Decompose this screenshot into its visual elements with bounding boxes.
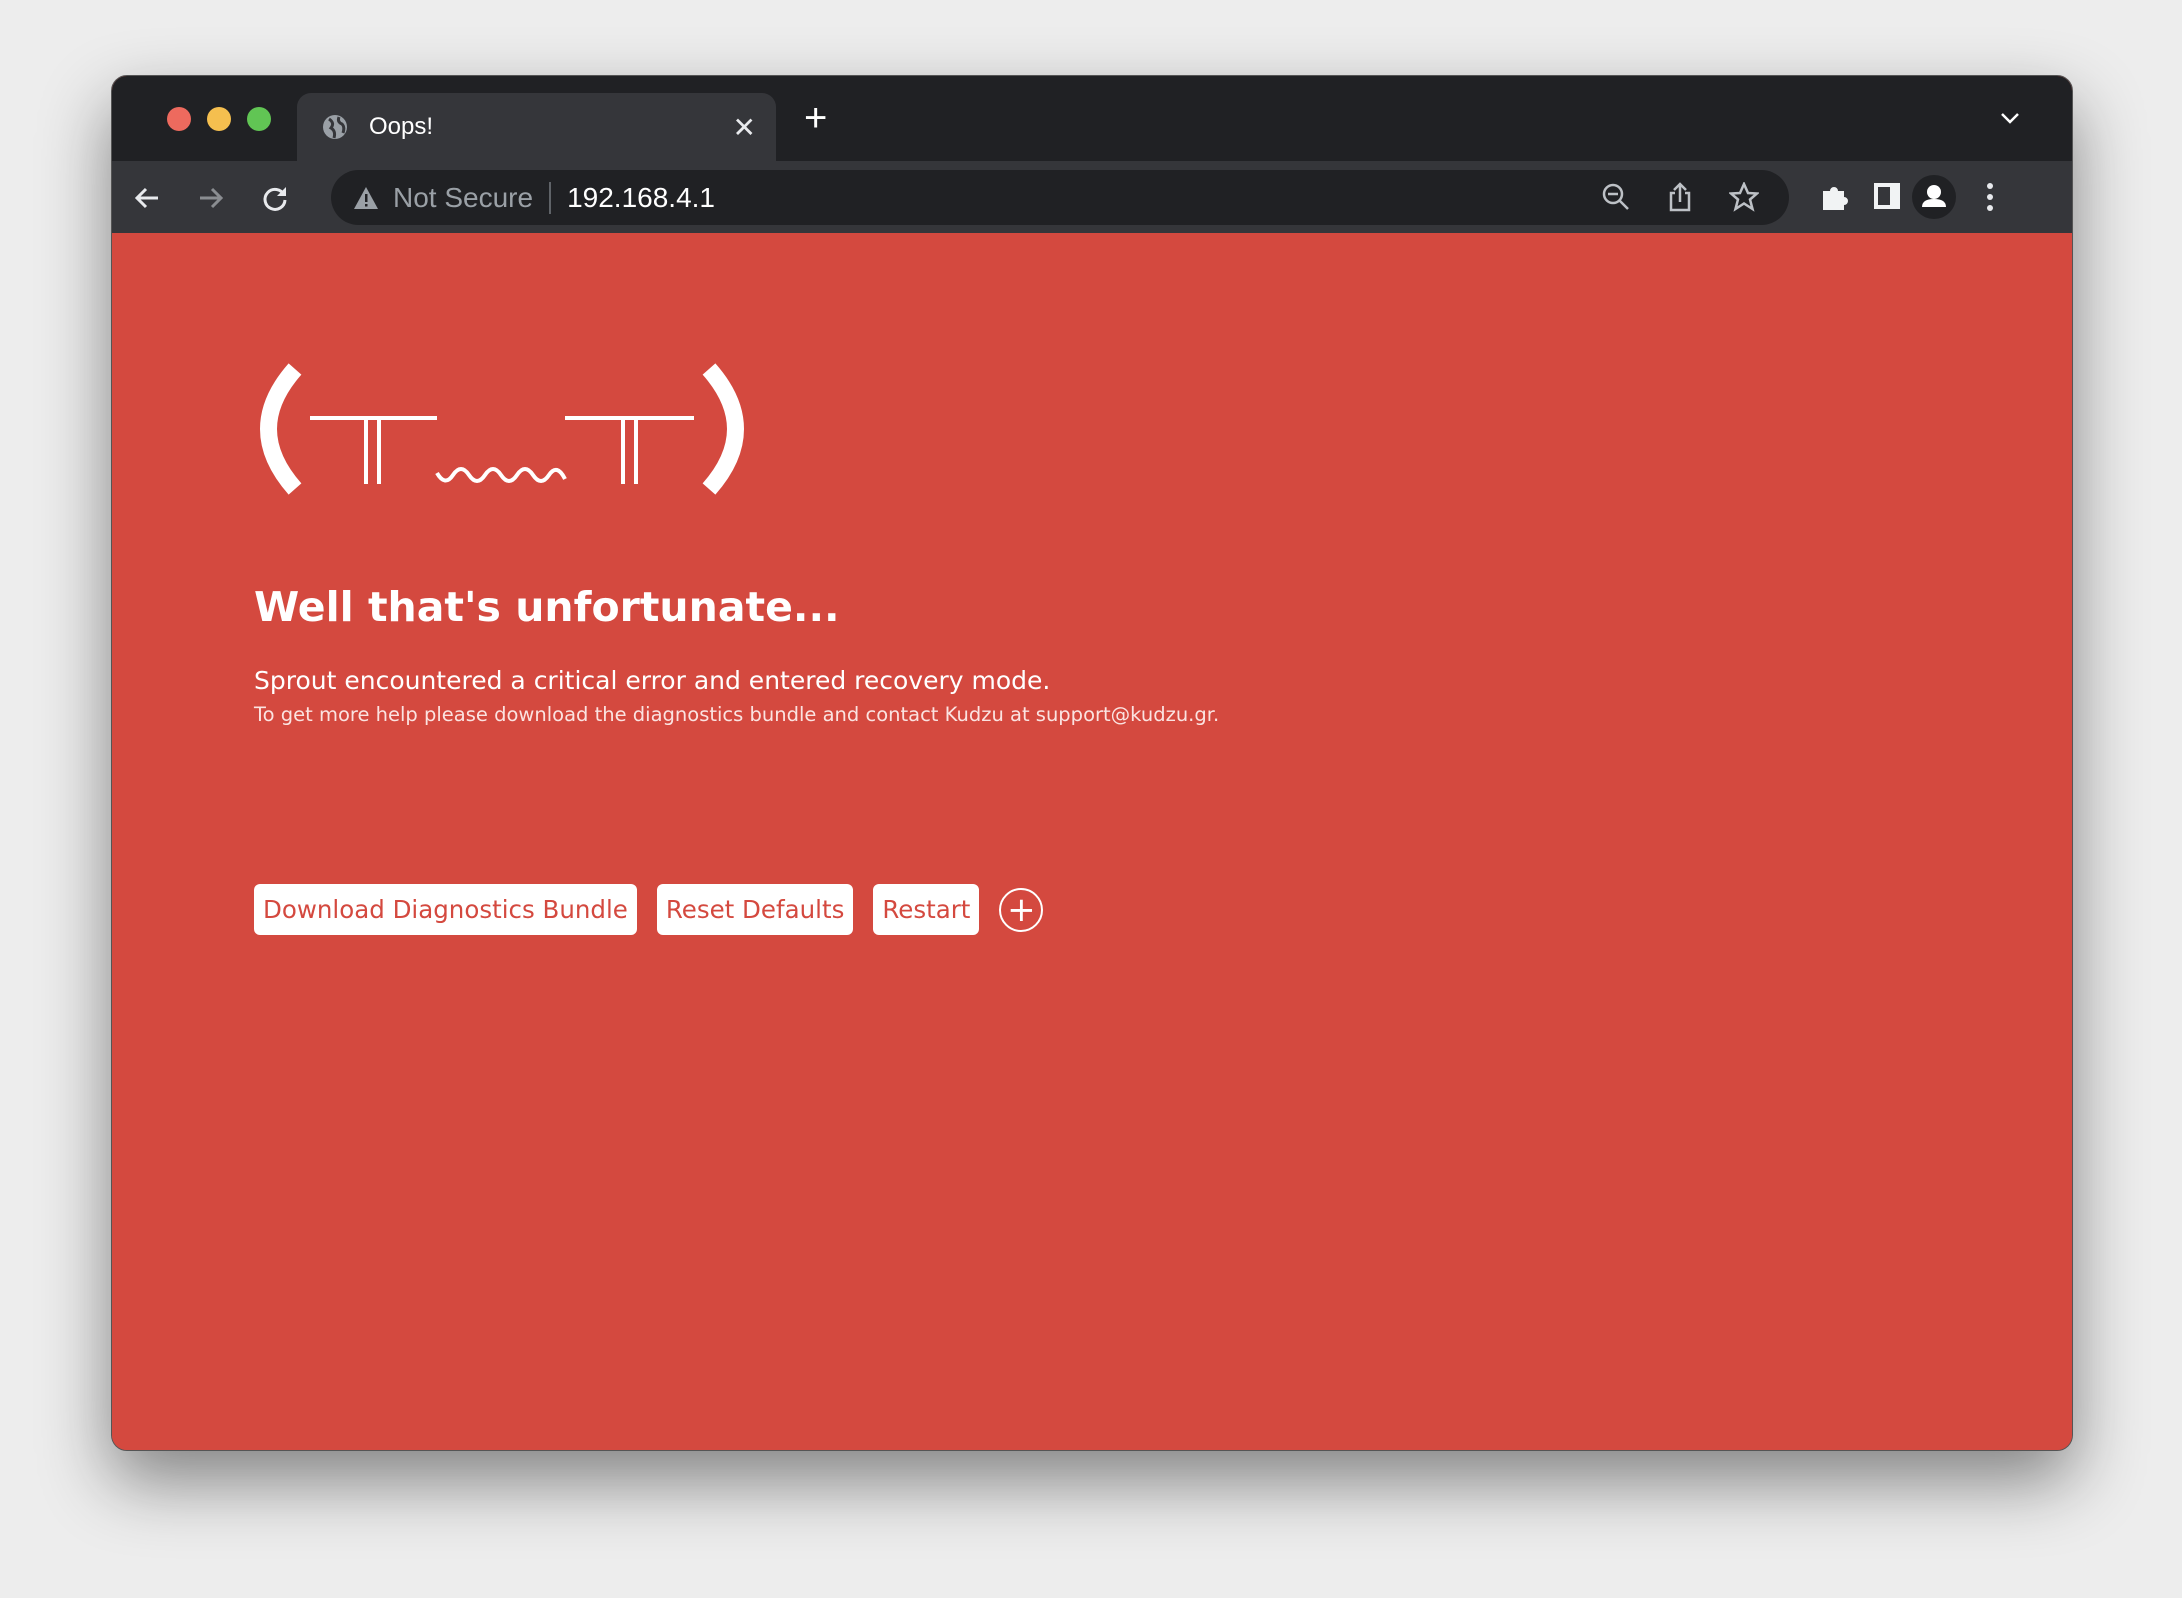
reload-icon[interactable] — [260, 183, 290, 213]
tab-title: Oops! — [369, 113, 434, 140]
help-text: To get more help please download the dia… — [254, 703, 1220, 726]
reset-defaults-button[interactable]: Reset Defaults — [656, 884, 854, 935]
profile-button[interactable] — [1912, 175, 1956, 219]
maximize-window-button[interactable] — [247, 107, 271, 131]
error-message: Sprout encountered a critical error and … — [254, 666, 1051, 695]
profile-icon — [1922, 185, 1946, 207]
address-bar[interactable]: Not Secure 192.168.4.1 — [331, 170, 1789, 225]
more-options-button[interactable]: + — [999, 887, 1044, 932]
browser-window: Oops! ✕ + Not Secure 192.168.4.1 Well th… — [111, 75, 2073, 1451]
tab-search-chevron-icon[interactable] — [1998, 106, 2022, 130]
warning-icon[interactable] — [353, 186, 379, 210]
globe-icon — [323, 115, 347, 139]
url-text[interactable]: 192.168.4.1 — [567, 182, 715, 214]
action-buttons: Download Diagnostics Bundle Reset Defaul… — [254, 884, 1044, 935]
side-panel-icon[interactable] — [1872, 181, 1902, 211]
divider — [549, 181, 552, 214]
forward-icon[interactable] — [196, 183, 226, 213]
extensions-icon[interactable] — [1819, 181, 1851, 213]
close-tab-icon[interactable]: ✕ — [733, 111, 756, 144]
tab-oops[interactable]: Oops! ✕ — [297, 93, 776, 161]
error-page: (╥﹏╥) Well that's unfortunate... Sprout … — [112, 233, 2072, 1450]
download-diagnostics-button[interactable]: Download Diagnostics Bundle — [254, 884, 637, 935]
zoom-out-icon[interactable] — [1601, 182, 1631, 212]
back-icon[interactable] — [132, 183, 162, 213]
share-icon[interactable] — [1665, 182, 1695, 212]
toolbar: Not Secure 192.168.4.1 — [112, 161, 2072, 233]
page-title: Well that's unfortunate... — [254, 583, 840, 631]
restart-button[interactable]: Restart — [873, 884, 980, 935]
minimize-window-button[interactable] — [207, 107, 231, 131]
security-label[interactable]: Not Secure — [393, 182, 533, 214]
tab-strip: Oops! ✕ + — [112, 76, 2072, 161]
crying-kaomoji: (╥﹏╥) — [260, 363, 744, 495]
new-tab-icon[interactable]: + — [804, 96, 827, 141]
star-icon[interactable] — [1729, 182, 1759, 212]
menu-icon[interactable] — [1984, 181, 1996, 213]
close-window-button[interactable] — [167, 107, 191, 131]
